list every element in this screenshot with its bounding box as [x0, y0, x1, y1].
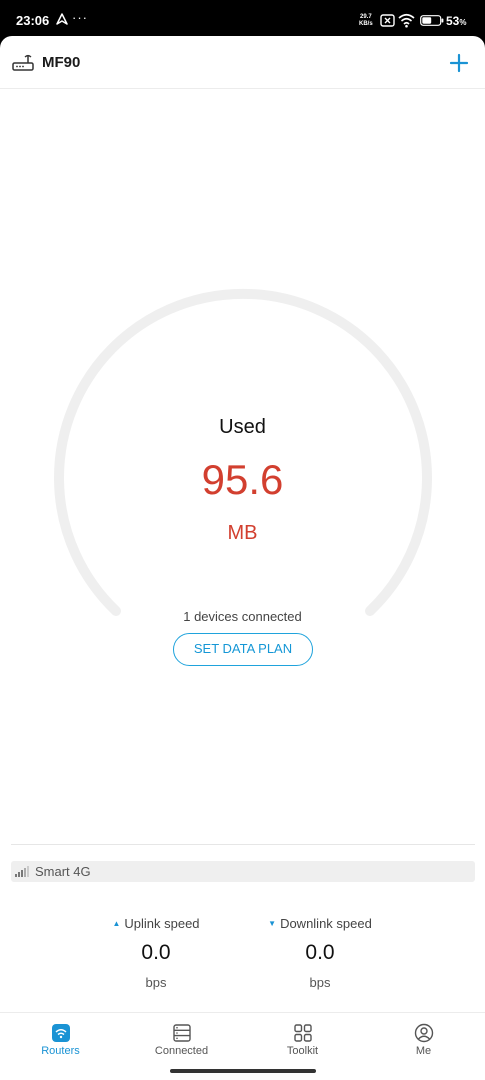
list-icon — [173, 1024, 191, 1042]
status-time: 23:06 — [16, 13, 50, 28]
usage-label: Used — [219, 416, 266, 438]
battery-percent-unit: % — [459, 18, 467, 27]
home-indicator[interactable] — [170, 1069, 316, 1073]
wifi-router-icon — [52, 1024, 70, 1042]
router-name[interactable]: MF90 — [42, 54, 80, 71]
usage-value: 95.6 — [201, 456, 284, 503]
tab-routers[interactable]: Routers — [0, 1013, 121, 1068]
usage-gauge-track — [54, 288, 432, 616]
navigation-arrow-icon — [56, 13, 68, 25]
plus-icon[interactable] — [446, 50, 472, 76]
tab-connected[interactable]: Connected — [121, 1013, 242, 1068]
router-icon[interactable] — [12, 52, 34, 72]
status-more-dots: ··· — [72, 10, 88, 25]
signal-bars-icon — [15, 866, 29, 877]
devices-connected-text[interactable]: 1 devices connected — [0, 609, 485, 624]
status-bar: 23:06 ··· 29.7 KB/s 53% — [0, 0, 485, 36]
no-sim-icon — [380, 14, 395, 27]
downlink-speed-panel: ▼ Downlink speed 0.0 bps — [240, 916, 400, 990]
app-header: MF90 — [0, 36, 485, 89]
section-divider — [11, 844, 475, 845]
uplink-speed-label-row: ▲ Uplink speed — [76, 916, 236, 931]
uplink-speed-unit: bps — [145, 975, 167, 990]
usage-unit: MB — [227, 522, 258, 544]
app-screen: MF90 Used 95.6 MB 1 devices connected SE… — [0, 36, 485, 1080]
tab-me[interactable]: Me — [363, 1013, 484, 1068]
network-status-bar: Smart 4G — [11, 861, 475, 882]
grid-icon — [294, 1024, 312, 1042]
tab-toolkit[interactable]: Toolkit — [242, 1013, 363, 1068]
uplink-speed-value: 0.0 — [141, 941, 171, 964]
network-name: Smart 4G — [35, 864, 91, 879]
uplink-speed-panel: ▲ Uplink speed 0.0 bps — [76, 916, 236, 990]
battery-icon — [420, 15, 444, 26]
downlink-speed-label: Downlink speed — [280, 916, 372, 931]
downlink-speed-value: 0.0 — [305, 941, 335, 964]
network-speed-unit: KB/s — [359, 20, 373, 27]
wifi-icon — [398, 13, 415, 28]
tab-label: Me — [415, 1045, 432, 1057]
downlink-speed-label-row: ▼ Downlink speed — [240, 916, 400, 931]
battery-percent-value: 53 — [446, 14, 460, 28]
battery-percent: 53% — [446, 14, 466, 28]
tab-label: Routers — [41, 1045, 80, 1057]
set-data-plan-button[interactable]: SET DATA PLAN — [173, 633, 313, 666]
tab-label: Connected — [154, 1045, 209, 1057]
user-icon — [414, 1023, 434, 1043]
uplink-speed-label: Uplink speed — [124, 916, 200, 931]
up-triangle-icon: ▲ — [112, 919, 121, 928]
network-speed-indicator: 29.7 KB/s — [359, 14, 373, 27]
down-triangle-icon: ▼ — [268, 919, 277, 928]
network-speed-value: 29.7 — [359, 14, 372, 20]
downlink-speed-unit: bps — [309, 975, 331, 990]
tab-label: Toolkit — [286, 1045, 319, 1057]
